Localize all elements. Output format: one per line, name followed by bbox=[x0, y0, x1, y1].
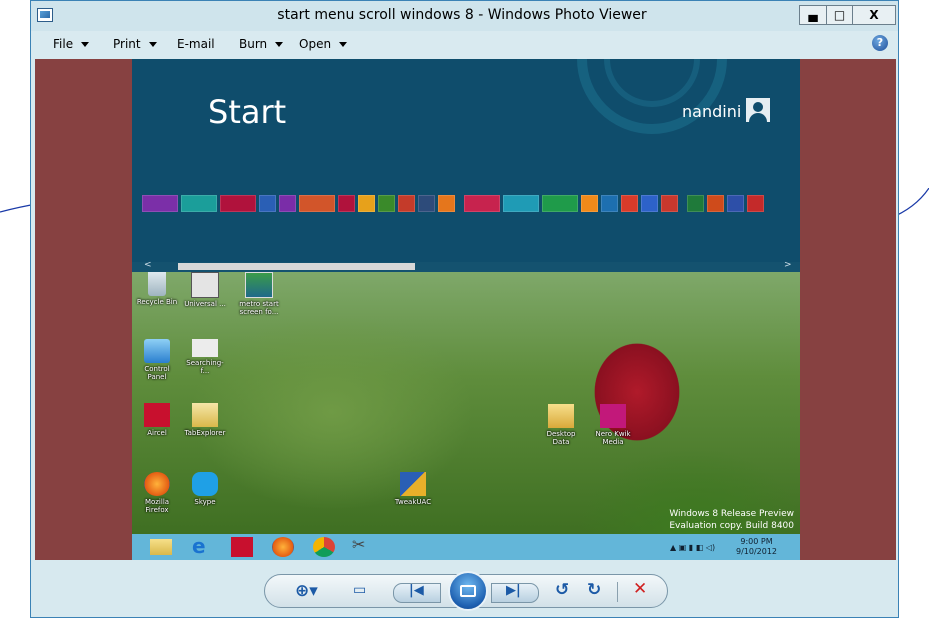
maximize-button[interactable]: □ bbox=[826, 5, 853, 25]
viewer-control-bar: ⊕▾ ▭ |◀ ▶| ↺ ↻ ✕ bbox=[264, 571, 668, 611]
chevron-down-icon bbox=[81, 42, 90, 47]
displayed-image: Start nandini < > Recycle Bin Universal … bbox=[132, 59, 800, 560]
zoom-icon[interactable]: ⊕▾ bbox=[295, 581, 318, 601]
start-tile-chart-icon[interactable] bbox=[542, 195, 578, 212]
file-icon bbox=[192, 339, 218, 357]
desktop-icon-tweakuac[interactable]: TweakUAC bbox=[390, 472, 436, 506]
image-view-area[interactable]: Start nandini < > Recycle Bin Universal … bbox=[35, 59, 896, 560]
start-tile-office-icon[interactable] bbox=[707, 195, 724, 212]
start-screen: Start nandini bbox=[132, 59, 800, 264]
start-tile-app-icon[interactable] bbox=[621, 195, 638, 212]
start-tile-onenote-icon[interactable] bbox=[581, 195, 598, 212]
start-tile-excel-icon[interactable] bbox=[687, 195, 704, 212]
close-button[interactable]: X bbox=[852, 5, 896, 25]
start-tile-app-icon[interactable] bbox=[418, 195, 435, 212]
user-avatar-icon[interactable] bbox=[746, 98, 770, 122]
start-tile-powerpoint-icon[interactable] bbox=[661, 195, 678, 212]
skype-icon bbox=[192, 472, 218, 496]
chevron-down-icon bbox=[148, 42, 157, 47]
start-tile-outlook-icon[interactable] bbox=[641, 195, 658, 212]
next-icon: ▶| bbox=[506, 583, 521, 598]
username: nandini bbox=[682, 102, 742, 121]
chevron-down-icon bbox=[275, 42, 284, 47]
start-tile-aircel-icon[interactable] bbox=[398, 195, 415, 212]
start-tile-finance-icon[interactable] bbox=[503, 195, 539, 212]
rotate-left-icon[interactable]: ↺ bbox=[555, 580, 569, 600]
fit-icon[interactable]: ▭ bbox=[353, 582, 366, 598]
delete-icon[interactable]: ✕ bbox=[633, 579, 647, 599]
minimize-button[interactable]: ▄ bbox=[799, 5, 827, 25]
desktop-icon-desktop-data[interactable]: Desktop Data bbox=[538, 404, 584, 446]
start-tile-firefox-icon[interactable] bbox=[438, 195, 455, 212]
photo-viewer-window: start menu scroll windows 8 - Windows Ph… bbox=[30, 0, 899, 618]
scroll-left-icon[interactable]: < bbox=[144, 260, 152, 270]
start-title: Start bbox=[208, 93, 287, 131]
rotate-right-icon[interactable]: ↻ bbox=[587, 580, 601, 600]
desktop: Recycle Bin Universal ... metro start sc… bbox=[132, 272, 800, 534]
universal-icon bbox=[191, 272, 219, 298]
next-button[interactable]: ▶| bbox=[491, 583, 539, 603]
chrome-icon[interactable] bbox=[313, 537, 335, 557]
divider bbox=[617, 582, 618, 602]
start-tile-app-icon[interactable] bbox=[747, 195, 764, 212]
slideshow-button[interactable] bbox=[448, 571, 488, 611]
chevron-down-icon bbox=[339, 42, 348, 47]
title-bar[interactable]: start menu scroll windows 8 - Windows Ph… bbox=[31, 1, 898, 31]
nero-icon bbox=[600, 404, 626, 428]
start-tile-ie-icon[interactable] bbox=[259, 195, 276, 212]
aircel-icon[interactable] bbox=[231, 537, 253, 557]
decorative-circles bbox=[577, 59, 727, 134]
desktop-icon-control-panel[interactable]: Control Panel bbox=[134, 339, 180, 381]
taskbar: e ✂ ▲ ▣ ▮ ◧ ◁) 9:00 PM 9/10/2012 bbox=[132, 534, 800, 560]
system-tray[interactable]: ▲ ▣ ▮ ◧ ◁) bbox=[670, 543, 715, 552]
start-tile-chrome-icon[interactable] bbox=[358, 195, 375, 212]
start-tile-people-icon[interactable] bbox=[181, 195, 217, 212]
snipping-icon[interactable]: ✂ bbox=[352, 535, 374, 555]
clock[interactable]: 9:00 PM 9/10/2012 bbox=[736, 537, 777, 557]
folder-icon bbox=[548, 404, 574, 428]
start-tile-calendar-icon[interactable] bbox=[464, 195, 500, 212]
menu-open[interactable]: Open bbox=[299, 37, 348, 51]
tabexplorer-icon bbox=[192, 403, 218, 427]
desktop-icon-metro-start[interactable]: metro start screen fo... bbox=[236, 272, 282, 316]
desktop-icon-universal[interactable]: Universal ... bbox=[182, 272, 228, 308]
window-title: start menu scroll windows 8 - Windows Ph… bbox=[277, 7, 647, 23]
menu-burn[interactable]: Burn bbox=[239, 37, 284, 51]
aircel-icon bbox=[144, 403, 170, 427]
start-tile-app-icon[interactable] bbox=[601, 195, 618, 212]
scrollbar-thumb[interactable] bbox=[178, 263, 415, 270]
desktop-icon-skype[interactable]: Skype bbox=[182, 472, 228, 506]
help-icon[interactable]: ? bbox=[872, 35, 888, 51]
start-tile-camera-icon[interactable] bbox=[338, 195, 355, 212]
desktop-icon-searching[interactable]: Searching-f... bbox=[182, 339, 228, 375]
ie-icon[interactable]: e bbox=[192, 534, 214, 558]
explorer-icon[interactable] bbox=[150, 539, 172, 555]
desktop-icon-firefox[interactable]: Mozilla Firefox bbox=[134, 472, 180, 514]
start-tile-video-icon[interactable] bbox=[220, 195, 256, 212]
previous-icon: |◀ bbox=[409, 583, 424, 598]
start-scrollbar[interactable]: < > bbox=[132, 260, 800, 272]
previous-button[interactable]: |◀ bbox=[393, 583, 441, 603]
desktop-icon-recycle-bin[interactable]: Recycle Bin bbox=[134, 272, 180, 306]
scroll-right-icon[interactable]: > bbox=[784, 260, 792, 270]
desktop-icon-aircel[interactable]: Aircel bbox=[134, 403, 180, 437]
firefox-icon[interactable] bbox=[272, 537, 294, 557]
menu-file[interactable]: File bbox=[53, 37, 90, 51]
firefox-icon bbox=[144, 472, 170, 496]
start-tile-store-icon[interactable] bbox=[279, 195, 296, 212]
start-tile-music-icon[interactable] bbox=[299, 195, 335, 212]
control-panel-icon bbox=[144, 339, 170, 363]
desktop-icon-nero[interactable]: Nero Kwik Media bbox=[590, 404, 636, 446]
image-file-icon bbox=[245, 272, 273, 298]
menu-email[interactable]: E-mail bbox=[177, 37, 215, 51]
menu-bar: File Print E-mail Burn Open ? bbox=[31, 31, 898, 59]
start-tile-app-icon[interactable] bbox=[378, 195, 395, 212]
build-watermark: Windows 8 Release Preview Evaluation cop… bbox=[669, 509, 794, 531]
start-tile-mail-icon[interactable] bbox=[142, 195, 178, 212]
menu-print[interactable]: Print bbox=[113, 37, 157, 51]
start-tile-word-icon[interactable] bbox=[727, 195, 744, 212]
recycle-bin-icon bbox=[148, 272, 166, 296]
tweakuac-icon bbox=[400, 472, 426, 496]
desktop-icon-tabexplorer[interactable]: TabExplorer bbox=[182, 403, 228, 437]
